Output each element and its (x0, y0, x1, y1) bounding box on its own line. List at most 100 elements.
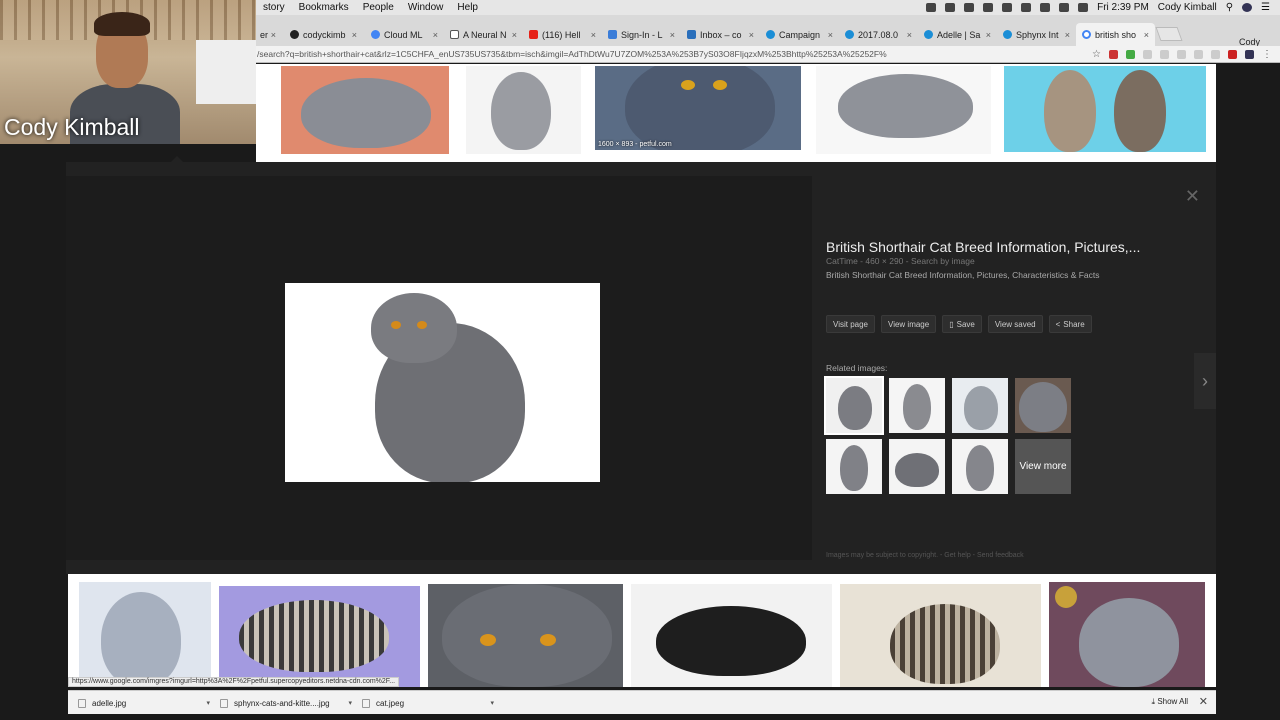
tab-strip: er × codyckimb × Cloud ML × A Neural N × (11… (254, 15, 1280, 47)
extension-icon[interactable] (1143, 49, 1152, 59)
close-icon[interactable]: × (907, 30, 912, 40)
related-image[interactable] (952, 378, 1008, 433)
url-field[interactable]: /search?q=british+shorthair+cat&rlz=1C5C… (256, 49, 1016, 59)
chevron-down-icon[interactable]: ▾ (348, 699, 352, 707)
close-icon[interactable]: × (352, 30, 357, 40)
sync-icon[interactable] (945, 3, 956, 12)
volume-icon[interactable] (1059, 3, 1070, 12)
close-icon[interactable]: ✕ (1185, 186, 1200, 207)
image-result-hovered[interactable]: 1600 × 893 - petful.com (595, 66, 801, 150)
download-item[interactable]: adelle.jpg ▾ (78, 696, 210, 710)
visit-page-button[interactable]: Visit page (826, 315, 875, 333)
tab-0[interactable]: er × (254, 23, 282, 46)
close-icon[interactable]: × (271, 30, 276, 40)
image-result[interactable] (631, 584, 832, 687)
tab-6[interactable]: Inbox – co × (681, 23, 760, 46)
close-icon[interactable]: × (670, 30, 675, 40)
tab-8[interactable]: 2017.08.0 × (839, 23, 918, 46)
extension-icon[interactable] (1194, 49, 1203, 59)
close-icon[interactable]: × (433, 30, 438, 40)
tab-10[interactable]: Sphynx Int × (997, 23, 1076, 46)
user-name[interactable]: Cody Kimball (1158, 2, 1217, 13)
extension-icon[interactable] (1211, 49, 1220, 59)
share-button[interactable]: < Share (1048, 315, 1092, 333)
image-result[interactable] (219, 586, 420, 687)
image-result[interactable] (281, 66, 449, 154)
grid-icon[interactable] (983, 3, 994, 12)
related-image[interactable] (889, 439, 945, 494)
menu-people[interactable]: People (356, 2, 401, 13)
new-tab-button[interactable] (1155, 27, 1183, 41)
related-image[interactable] (952, 439, 1008, 494)
image-result[interactable] (840, 584, 1041, 687)
menu-dots-icon[interactable]: ⋮ (1262, 49, 1272, 60)
close-icon[interactable]: × (986, 30, 991, 40)
extension-icon[interactable] (1126, 49, 1135, 59)
tab-3[interactable]: A Neural N × (444, 23, 523, 46)
related-image[interactable] (1015, 378, 1071, 433)
menu-window[interactable]: Window (401, 2, 451, 13)
star-icon[interactable]: ☆ (1092, 49, 1101, 60)
image-result[interactable] (79, 582, 211, 687)
dropbox-icon[interactable] (926, 3, 937, 12)
close-icon[interactable]: ✕ (1199, 695, 1208, 708)
extension-icon[interactable] (1245, 49, 1254, 59)
tab-7[interactable]: Campaign × (760, 23, 839, 46)
siri-icon[interactable] (1242, 3, 1253, 12)
google-icon (1082, 30, 1091, 39)
close-icon[interactable]: × (1065, 30, 1070, 40)
tab-5[interactable]: Sign-In - L × (602, 23, 681, 46)
action-buttons: Visit page View image ▯ Save View saved <… (826, 315, 1092, 333)
extension-icon[interactable] (1160, 49, 1169, 59)
save-button[interactable]: ▯ Save (942, 315, 982, 333)
wifi-icon[interactable] (1021, 3, 1032, 12)
image-result[interactable] (1004, 66, 1206, 152)
image-result[interactable] (816, 66, 991, 154)
image-result[interactable] (466, 66, 581, 154)
result-title[interactable]: British Shorthair Cat Breed Information,… (826, 239, 1140, 255)
extension-icon[interactable] (1177, 49, 1186, 59)
download-item[interactable]: cat.jpeg ▾ (362, 696, 494, 710)
menu-history[interactable]: story (256, 2, 292, 13)
close-icon[interactable]: × (512, 30, 517, 40)
close-icon[interactable]: × (749, 30, 754, 40)
list-icon[interactable]: ☰ (1261, 2, 1270, 13)
extension-icon[interactable] (1109, 49, 1118, 59)
tab-1[interactable]: codyckimb × (284, 23, 363, 46)
airplay-icon[interactable] (1040, 3, 1051, 12)
view-saved-button[interactable]: View saved (987, 315, 1043, 333)
tab-9[interactable]: Adelle | Sa × (918, 23, 997, 46)
chevron-down-icon[interactable]: ▾ (490, 699, 494, 707)
bird-icon[interactable] (964, 3, 975, 12)
close-icon[interactable]: × (828, 30, 833, 40)
related-image[interactable] (826, 439, 882, 494)
next-arrow-icon[interactable]: › (1194, 353, 1216, 409)
tab-11-active[interactable]: british sho × (1076, 23, 1155, 46)
search-icon[interactable]: ⚲ (1226, 2, 1233, 13)
menu-bookmarks[interactable]: Bookmarks (292, 2, 356, 13)
image-result[interactable] (1049, 582, 1205, 687)
close-icon[interactable]: × (1144, 30, 1149, 40)
youtube-icon (529, 30, 538, 39)
tab-2[interactable]: Cloud ML × (365, 23, 444, 46)
bluetooth-icon[interactable] (1002, 3, 1013, 12)
related-image[interactable] (889, 378, 945, 433)
result-description: British Shorthair Cat Breed Information,… (826, 270, 1100, 280)
related-image[interactable] (824, 376, 884, 435)
image-result[interactable] (428, 584, 623, 687)
extension-icon[interactable] (1228, 49, 1237, 59)
preview-image[interactable] (285, 283, 600, 482)
show-all-button[interactable]: ⤓ Show All (1152, 697, 1188, 707)
download-item[interactable]: sphynx-cats-and-kitte....jpg ▾ (220, 696, 352, 710)
cat-image (101, 592, 181, 687)
tab-4[interactable]: (116) Hell × (523, 23, 602, 46)
clock[interactable]: Fri 2:39 PM (1097, 2, 1149, 13)
view-image-button[interactable]: View image (881, 315, 937, 333)
chevron-down-icon[interactable]: ▾ (206, 699, 210, 707)
salesforce-icon (766, 30, 775, 39)
close-icon[interactable]: × (591, 30, 596, 40)
battery-icon[interactable] (1078, 3, 1089, 12)
cat-image (239, 600, 389, 672)
view-more-button[interactable]: View more (1015, 439, 1071, 494)
menu-help[interactable]: Help (450, 2, 485, 13)
